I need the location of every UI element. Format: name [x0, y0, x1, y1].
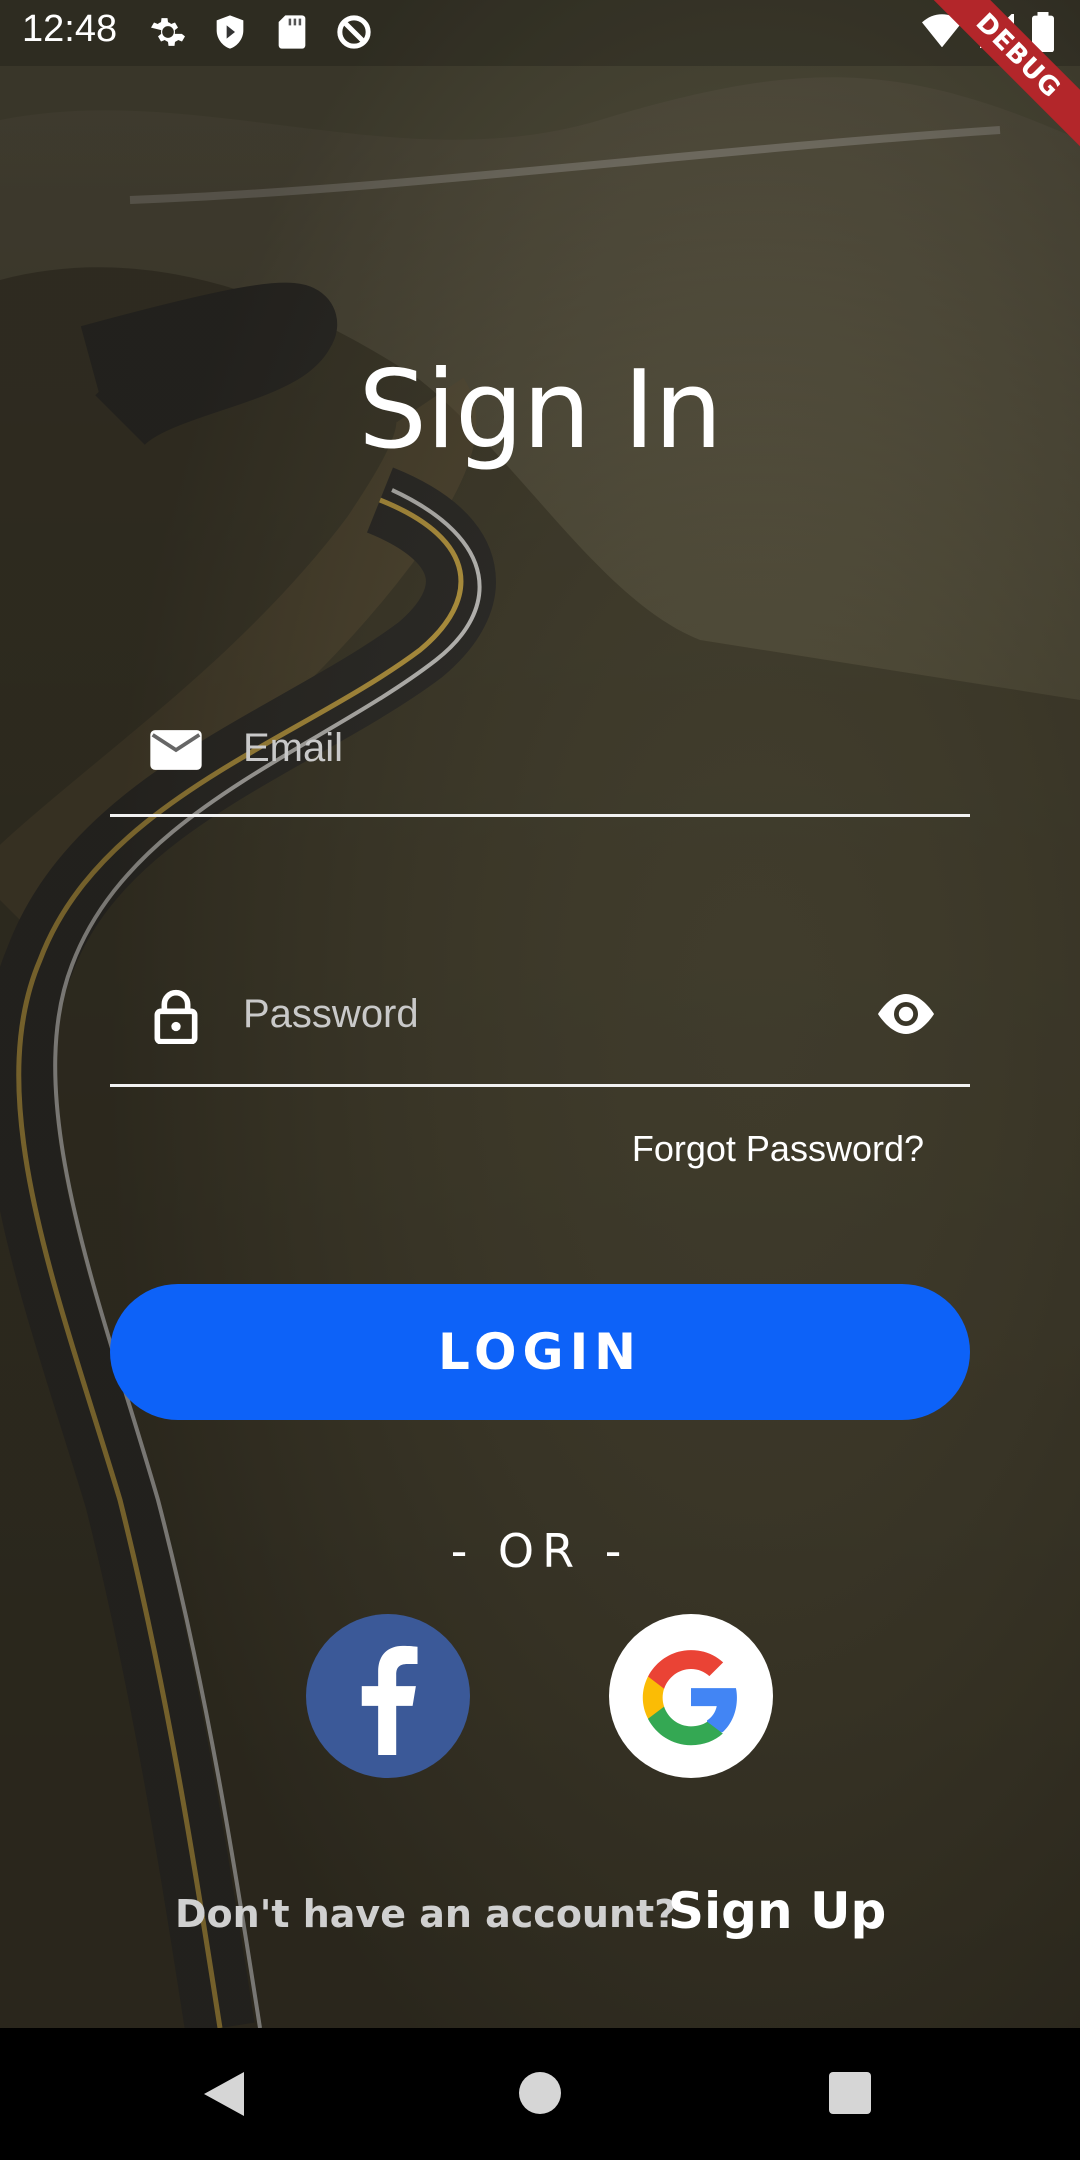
- login-button[interactable]: LOGIN: [110, 1284, 970, 1420]
- gear-icon: [148, 12, 188, 52]
- sd-card-icon: [272, 12, 312, 52]
- or-divider: - OR -: [450, 1524, 630, 1578]
- navigation-bar: [0, 2028, 1080, 2160]
- signup-link[interactable]: Sign Up: [668, 1882, 886, 1940]
- google-icon: [642, 1650, 737, 1746]
- signup-prompt: Don't have an account?: [175, 1892, 677, 1936]
- mail-icon: [148, 722, 204, 778]
- page-title: Sign In: [358, 348, 722, 473]
- facebook-login-button[interactable]: [306, 1614, 470, 1778]
- forgot-password-link[interactable]: Forgot Password?: [632, 1128, 924, 1170]
- recents-icon[interactable]: [829, 2072, 871, 2114]
- back-icon[interactable]: [204, 2072, 244, 2116]
- shield-icon: [210, 12, 250, 52]
- password-placeholder: Password: [243, 992, 419, 1036]
- facebook-icon: [361, 1645, 418, 1756]
- google-login-button[interactable]: [609, 1614, 773, 1778]
- no-sync-icon: [334, 12, 374, 52]
- email-placeholder: Email: [243, 726, 344, 770]
- lock-icon: [148, 988, 204, 1045]
- eye-icon[interactable]: [874, 990, 938, 1038]
- status-time: 12:48: [22, 8, 118, 50]
- password-field[interactable]: Password: [110, 960, 970, 1087]
- home-icon[interactable]: [519, 2072, 561, 2114]
- email-field[interactable]: Email: [110, 690, 970, 817]
- status-bar: 12:48 DEBUG: [0, 0, 1080, 155]
